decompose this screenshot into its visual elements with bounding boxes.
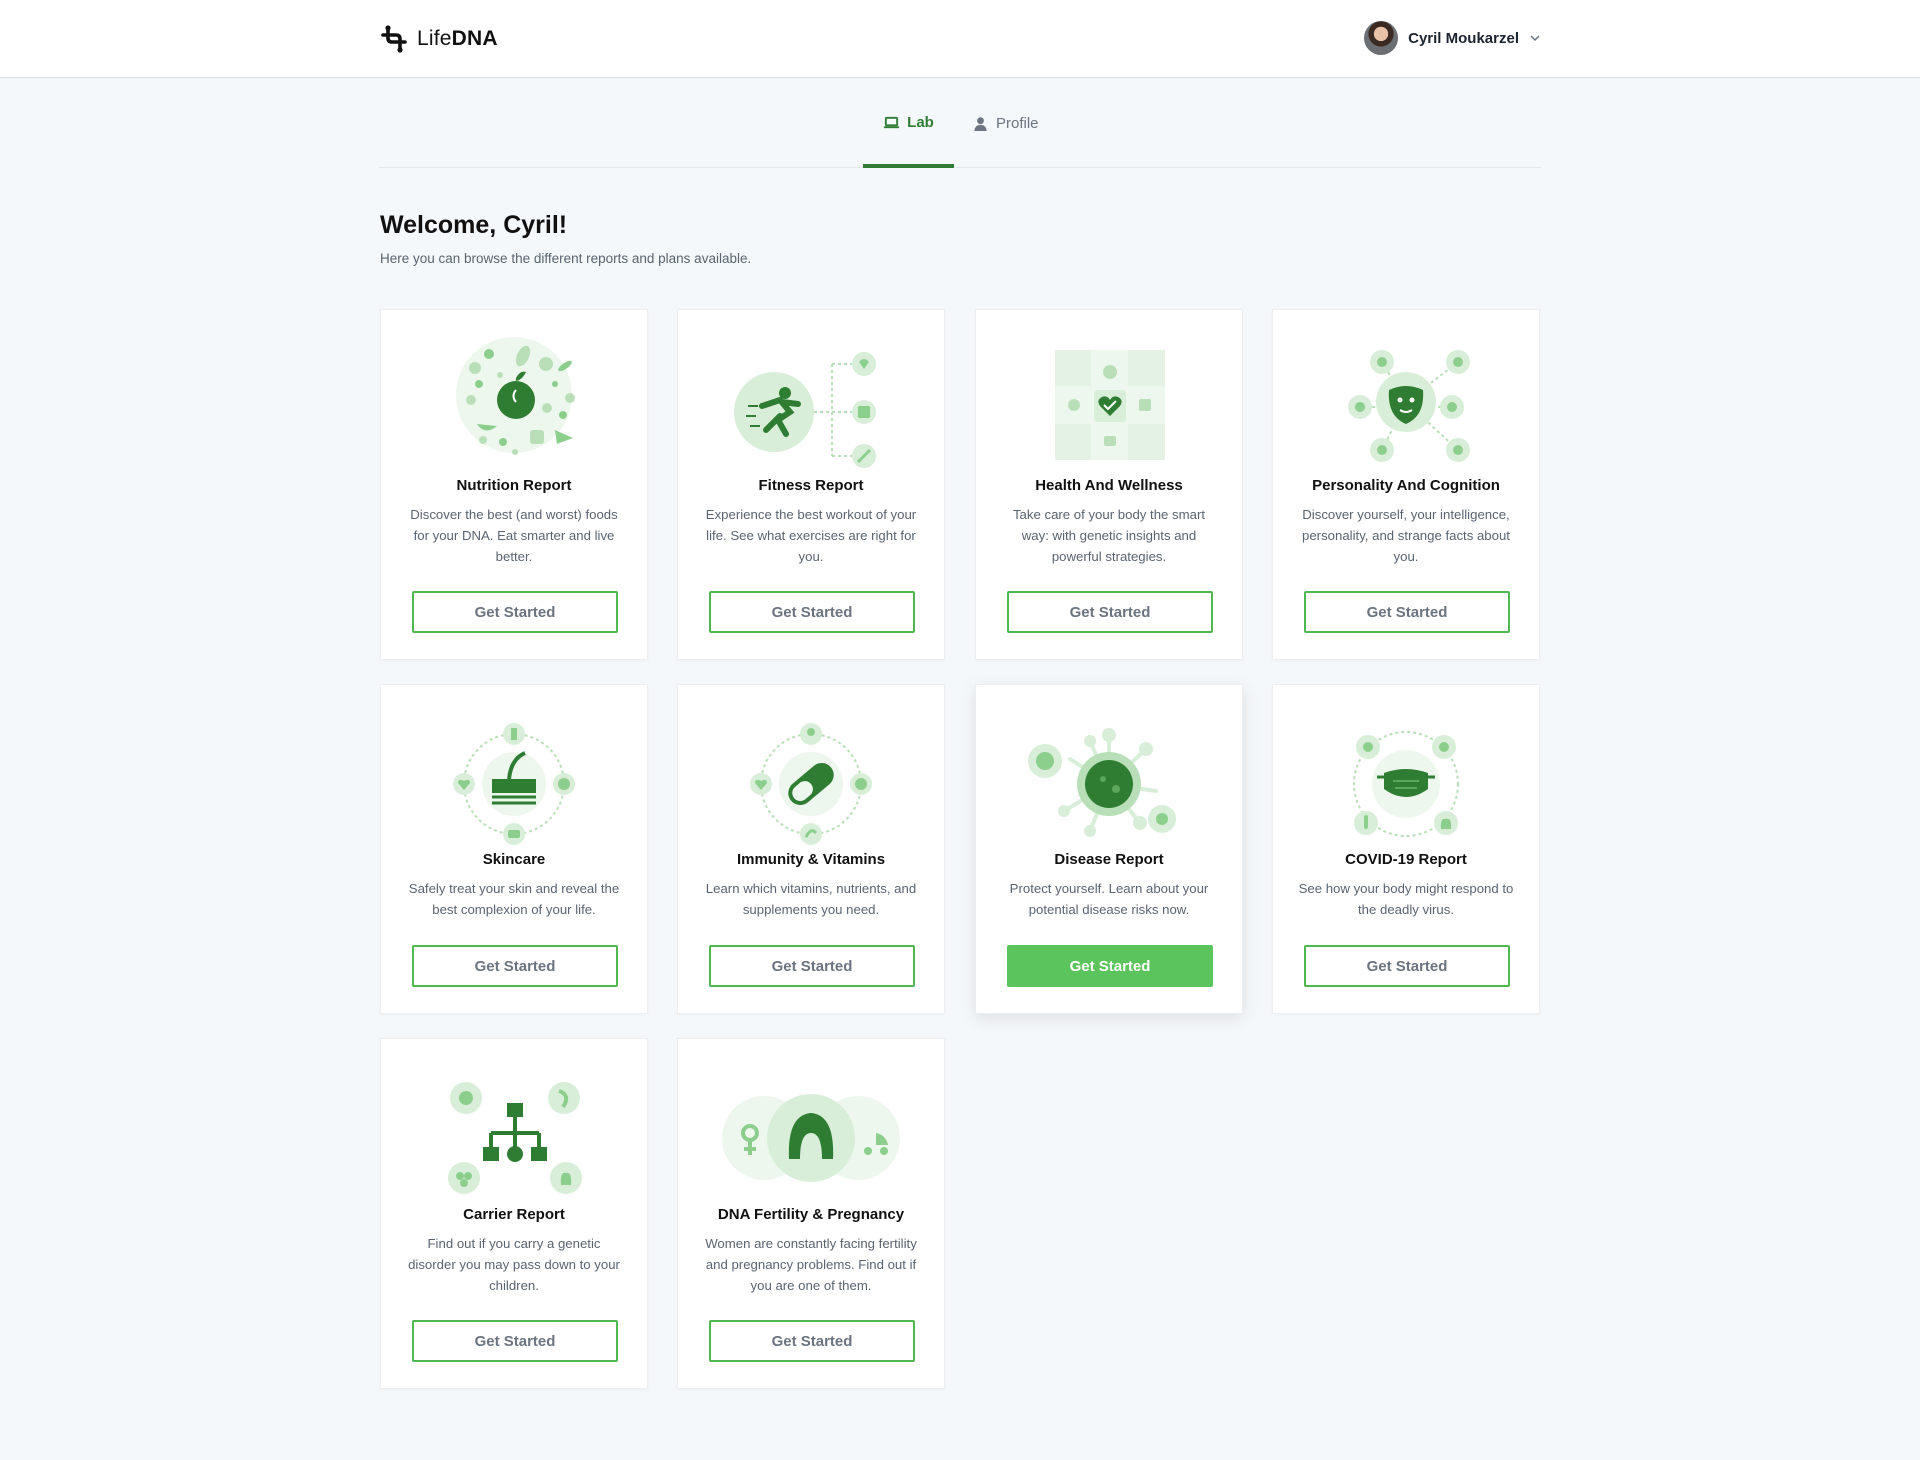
card-description: Safely treat your skin and reveal the be… <box>408 881 620 917</box>
virus-icon <box>1028 728 1176 837</box>
card-description: Take care of your body the smart way: wi… <box>1012 507 1206 564</box>
laptop-icon <box>884 116 900 128</box>
card-description: Discover the best (and worst) foods for … <box>410 507 618 564</box>
card-title: COVID-19 Report <box>1345 851 1467 868</box>
tab-profile[interactable]: Profile <box>972 78 1039 168</box>
card-fertility[interactable]: DNA Fertility & Pregnancy Women are cons… <box>677 1038 945 1389</box>
card-title: Immunity & Vitamins <box>736 851 886 868</box>
card-description: See how your body might respond to the d… <box>1298 881 1514 917</box>
card-description: Experience the best workout of your life… <box>705 507 917 564</box>
card-immunity[interactable]: Immunity & Vitamins Learn which vitamins… <box>677 684 945 1014</box>
card-description: Protect yourself. Learn about your poten… <box>1009 881 1209 917</box>
card-title: Nutrition Report <box>456 477 572 494</box>
get-started-button[interactable]: Get Started <box>1007 945 1213 987</box>
brand-logo[interactable]: LifeDNA <box>379 24 498 54</box>
card-title: DNA Fertility & Pregnancy <box>717 1206 905 1223</box>
face-mask-icon <box>1353 731 1459 837</box>
card-title: Carrier Report <box>463 1206 565 1223</box>
get-started-button[interactable]: Get Started <box>1304 591 1510 633</box>
mask-icon <box>1348 350 1470 462</box>
get-started-button[interactable]: Get Started <box>709 945 915 987</box>
chevron-down-icon <box>1530 35 1540 42</box>
card-skincare[interactable]: Skincare Safely treat your skin and reve… <box>380 684 648 1014</box>
family-tree-icon <box>448 1082 582 1194</box>
card-title: Personality And Cognition <box>1312 477 1500 494</box>
brand-name: LifeDNA <box>417 27 498 50</box>
card-description: Discover yourself, your intelligence, pe… <box>1302 507 1510 564</box>
apple-food-icon <box>456 337 575 455</box>
card-title: Fitness Report <box>758 477 864 494</box>
card-carrier[interactable]: Carrier Report Find out if you carry a g… <box>380 1038 648 1389</box>
page-subtitle: Here you can browse the different report… <box>380 251 752 266</box>
card-nutrition[interactable]: Nutrition Report Discover the best (and … <box>380 309 648 660</box>
tab-lab[interactable]: Lab <box>863 78 954 168</box>
skin-layer-icon <box>453 723 575 845</box>
get-started-button[interactable]: Get Started <box>412 1320 618 1362</box>
person-icon <box>974 116 987 131</box>
get-started-button[interactable]: Get Started <box>412 591 618 633</box>
card-personality[interactable]: Personality And Cognition Discover yours… <box>1272 309 1540 660</box>
tab-bar: Lab Profile <box>379 78 1541 168</box>
runner-icon <box>734 352 876 468</box>
get-started-button[interactable]: Get Started <box>1007 591 1213 633</box>
woman-icon <box>722 1094 900 1182</box>
get-started-button[interactable]: Get Started <box>412 945 618 987</box>
card-title: Health And Wellness <box>1035 477 1183 494</box>
avatar <box>1364 21 1399 55</box>
get-started-button[interactable]: Get Started <box>709 1320 915 1362</box>
card-description: Learn which vitamins, nutrients, and sup… <box>705 881 917 917</box>
puzzle-heart-icon <box>1055 350 1165 460</box>
card-description: Women are constantly facing fertility an… <box>705 1236 917 1293</box>
card-title: Skincare <box>482 851 546 868</box>
user-name: Cyril Moukarzel <box>1408 29 1519 47</box>
card-disease[interactable]: Disease Report Protect yourself. Learn a… <box>975 684 1243 1014</box>
card-title: Disease Report <box>1054 851 1164 868</box>
get-started-button[interactable]: Get Started <box>709 591 915 633</box>
card-description: Find out if you carry a genetic disorder… <box>408 1236 620 1293</box>
card-covid[interactable]: COVID-19 Report See how your body might … <box>1272 684 1540 1014</box>
card-health-wellness[interactable]: Health And Wellness Take care of your bo… <box>975 309 1243 660</box>
tab-profile-label: Profile <box>996 114 1039 132</box>
card-fitness[interactable]: Fitness Report Experience the best worko… <box>677 309 945 660</box>
page-title: Welcome, Cyril! <box>380 211 568 239</box>
top-bar: LifeDNA Cyril Moukarzel <box>0 0 1920 78</box>
user-menu[interactable]: Cyril Moukarzel <box>1364 21 1541 55</box>
tab-lab-label: Lab <box>907 113 934 131</box>
logo-mark-icon <box>381 25 407 53</box>
get-started-button[interactable]: Get Started <box>1304 945 1510 987</box>
pill-icon <box>750 723 872 845</box>
